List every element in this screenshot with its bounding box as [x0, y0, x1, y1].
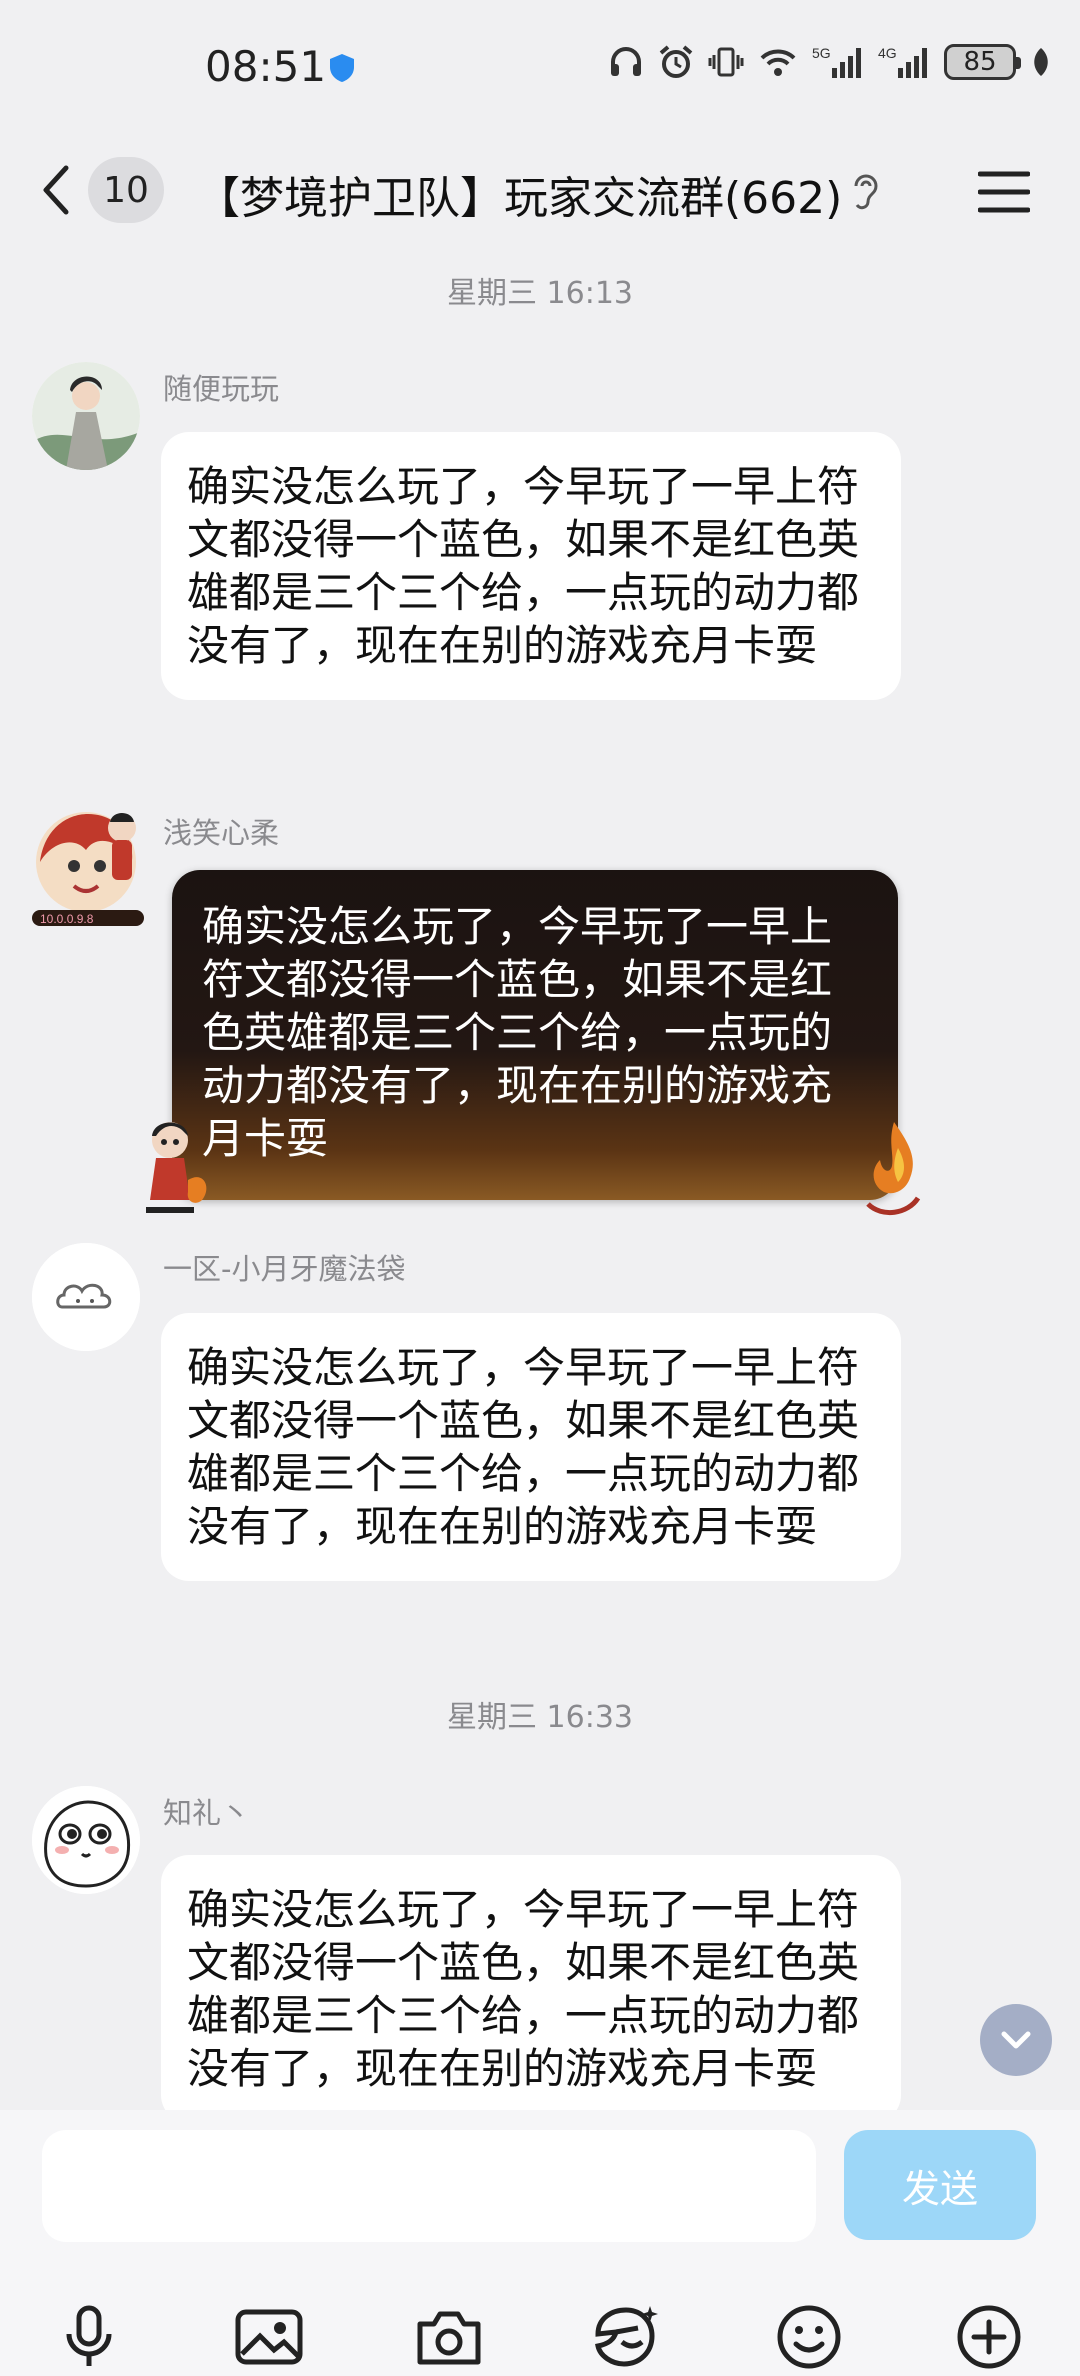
ear-icon[interactable]: [848, 170, 884, 214]
svg-text:5G: 5G: [812, 45, 831, 61]
avatar-image: [32, 1243, 140, 1351]
timestamp: 星期三 16:33: [447, 1700, 633, 1735]
signal-4g-icon: 4G: [878, 45, 927, 78]
vibrate-icon: [708, 47, 744, 77]
camera-icon[interactable]: [414, 2302, 484, 2372]
status-icons: 5G 4G 85: [608, 44, 1052, 80]
signal-5g-icon: 5G: [812, 45, 861, 78]
microphone-icon[interactable]: [54, 2302, 124, 2372]
sender-name: 一区-小月牙魔法袋: [163, 1252, 406, 1286]
status-bar: 08:51 5G 4G 85: [0, 0, 1080, 140]
battery-indicator: 85: [944, 44, 1021, 80]
scroll-to-bottom-button[interactable]: [980, 2004, 1052, 2076]
sender-name: 随便玩玩: [163, 372, 280, 406]
status-time: 08:51: [205, 42, 327, 91]
message-bubble[interactable]: 确实没怎么玩了，今早玩了一早上符文都没得一个蓝色，如果不是红色英雄都是三个三个给…: [161, 432, 901, 700]
back-arrow-icon[interactable]: [36, 162, 76, 218]
avatar-image: [32, 362, 140, 470]
timestamp: 星期三 16:13: [447, 276, 633, 311]
shield-icon: [330, 54, 354, 82]
alarm-icon: [659, 45, 693, 78]
svg-text:4G: 4G: [878, 45, 897, 61]
avatar[interactable]: 10.0.0.9.8: [26, 800, 150, 934]
svg-text:10.0.0.9.8: 10.0.0.9.8: [40, 912, 94, 926]
sticker-icon[interactable]: [592, 2302, 662, 2372]
message-clip: 确实没怎么玩了，今早玩了一早上符文都没得一个蓝色，如果不是红色英雄都是三个三个给…: [0, 1855, 1080, 2110]
image-icon[interactable]: [234, 2302, 304, 2372]
bubble-character-decoration: [146, 1122, 207, 1213]
chevron-down-icon: [1001, 2031, 1031, 2049]
chat-header: 10 【梦境护卫队】玩家交流群(662): [0, 140, 1080, 240]
avatar-image: 10.0.0.9.8: [32, 812, 144, 926]
flame-decoration: [866, 1122, 921, 1216]
plus-icon[interactable]: [954, 2302, 1024, 2372]
unread-count-badge[interactable]: 10: [88, 157, 164, 223]
message-bubble[interactable]: 确实没怎么玩了，今早玩了一早上符文都没得一个蓝色，如果不是红色英雄都是三个三个给…: [161, 1855, 901, 2110]
headphones-icon: [611, 47, 641, 76]
message-input[interactable]: [42, 2130, 816, 2242]
emoji-icon[interactable]: [774, 2302, 844, 2372]
message-bubble[interactable]: 确实没怎么玩了，今早玩了一早上符文都没得一个蓝色，如果不是红色英雄都是三个三个给…: [172, 870, 898, 1200]
message-bubble[interactable]: 确实没怎么玩了，今早玩了一早上符文都没得一个蓝色，如果不是红色英雄都是三个三个给…: [161, 1313, 901, 1581]
wifi-icon: [760, 49, 796, 76]
sender-name: 知礼丶: [163, 1796, 251, 1830]
send-button[interactable]: 发送: [844, 2130, 1036, 2240]
sender-name: 浅笑心柔: [163, 816, 280, 850]
avatar[interactable]: [32, 1243, 140, 1351]
avatar[interactable]: [32, 362, 140, 470]
group-title: 【梦境护卫队】玩家交流群(662): [196, 173, 843, 224]
input-area: 发送: [0, 2110, 1080, 2376]
leaf-icon: [1034, 48, 1048, 76]
menu-icon[interactable]: [978, 170, 1030, 214]
